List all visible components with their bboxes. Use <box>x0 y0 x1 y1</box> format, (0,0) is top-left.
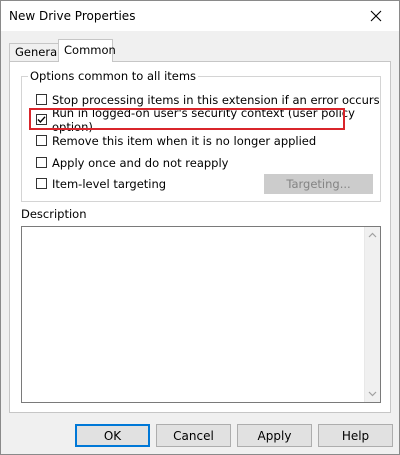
checkbox-remove-item[interactable] <box>36 135 47 146</box>
properties-dialog: New Drive Properties General Common Opti… <box>0 0 400 455</box>
option-apply-once-label: Apply once and do not reapply <box>52 155 229 170</box>
description-label: Description <box>21 207 87 221</box>
help-button[interactable]: Help <box>318 424 393 447</box>
ok-button[interactable]: OK <box>75 424 150 447</box>
window-title: New Drive Properties <box>9 9 136 23</box>
option-item-level-targeting[interactable]: Item-level targeting <box>36 175 166 192</box>
scroll-up-button[interactable] <box>365 227 380 243</box>
tab-general[interactable]: General <box>9 43 61 61</box>
apply-button[interactable]: Apply <box>237 424 312 447</box>
targeting-button[interactable]: Targeting... <box>264 174 373 194</box>
chevron-up-icon <box>368 232 377 238</box>
highlight-annotation <box>29 108 345 130</box>
option-stop-processing-label: Stop processing items in this extension … <box>52 92 380 107</box>
tab-general-label: General <box>15 45 61 59</box>
close-button[interactable] <box>353 1 399 31</box>
options-group-title: Options common to all items <box>28 69 199 83</box>
option-apply-once[interactable]: Apply once and do not reapply <box>36 154 228 171</box>
checkbox-apply-once[interactable] <box>36 157 47 168</box>
description-scrollbar[interactable] <box>364 227 380 402</box>
checkbox-item-level-targeting[interactable] <box>36 178 47 189</box>
cancel-button[interactable]: Cancel <box>156 424 231 447</box>
title-bar: New Drive Properties <box>1 1 399 31</box>
chevron-down-icon <box>368 391 377 397</box>
checkbox-stop-processing[interactable] <box>36 94 47 105</box>
scroll-down-button[interactable] <box>365 386 380 402</box>
option-remove-item[interactable]: Remove this item when it is no longer ap… <box>36 132 316 149</box>
description-textarea[interactable] <box>21 226 381 403</box>
tab-common[interactable]: Common <box>58 39 116 62</box>
option-item-level-targeting-label: Item-level targeting <box>52 176 167 191</box>
common-tab-panel: Options common to all items Stop process… <box>9 61 391 413</box>
close-icon <box>370 10 382 22</box>
tab-common-label: Common <box>64 43 116 57</box>
option-remove-item-label: Remove this item when it is no longer ap… <box>52 133 317 148</box>
